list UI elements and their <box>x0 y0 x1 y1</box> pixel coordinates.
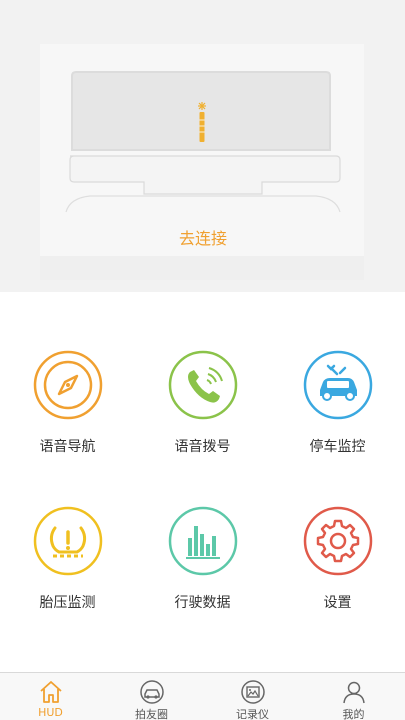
phone-icon <box>168 350 238 420</box>
picture-icon <box>241 680 265 704</box>
feature-voice-navigation[interactable]: 语音导航 <box>0 350 135 500</box>
feature-label: 胎压监测 <box>39 595 96 611</box>
compass-icon <box>33 350 103 420</box>
tab-mine[interactable]: 我的 <box>303 673 404 720</box>
user-icon <box>343 681 365 704</box>
feature-label: 语音导航 <box>39 439 96 455</box>
feature-grid: 语音导航 语音拨号 停车监控 胎压监测 行驶数据 设置 <box>0 292 405 672</box>
feature-label: 行驶数据 <box>174 595 231 611</box>
tab-label: HUD <box>38 706 63 719</box>
tab-friends-circle[interactable]: 拍友圈 <box>101 673 202 720</box>
tab-recorder[interactable]: 记录仪 <box>202 673 303 720</box>
feature-tire-pressure[interactable]: 胎压监测 <box>0 506 135 656</box>
tab-hud[interactable]: HUD <box>0 673 101 720</box>
connect-button[interactable]: 去连接 <box>140 224 266 254</box>
bar-chart-icon <box>168 506 238 576</box>
feature-parking-monitor[interactable]: 停车监控 <box>270 350 405 500</box>
car-monitor-icon <box>303 350 373 420</box>
car-circle-icon <box>140 680 164 704</box>
feature-label: 语音拨号 <box>174 439 231 455</box>
feature-label: 停车监控 <box>309 439 366 455</box>
feature-label: 设置 <box>323 595 352 611</box>
feature-driving-data[interactable]: 行驶数据 <box>135 506 270 656</box>
gear-icon <box>303 506 373 576</box>
home-icon <box>40 681 62 703</box>
device-area: 去连接 <box>0 0 405 292</box>
bottom-tab-bar: HUD 拍友圈 记录仪 我的 <box>0 672 405 720</box>
tab-label: 记录仪 <box>236 708 269 720</box>
tire-pressure-icon <box>33 506 103 576</box>
tab-label: 我的 <box>342 708 365 720</box>
tab-label: 拍友圈 <box>135 708 168 720</box>
feature-settings[interactable]: 设置 <box>270 506 405 656</box>
feature-voice-dial[interactable]: 语音拨号 <box>135 350 270 500</box>
